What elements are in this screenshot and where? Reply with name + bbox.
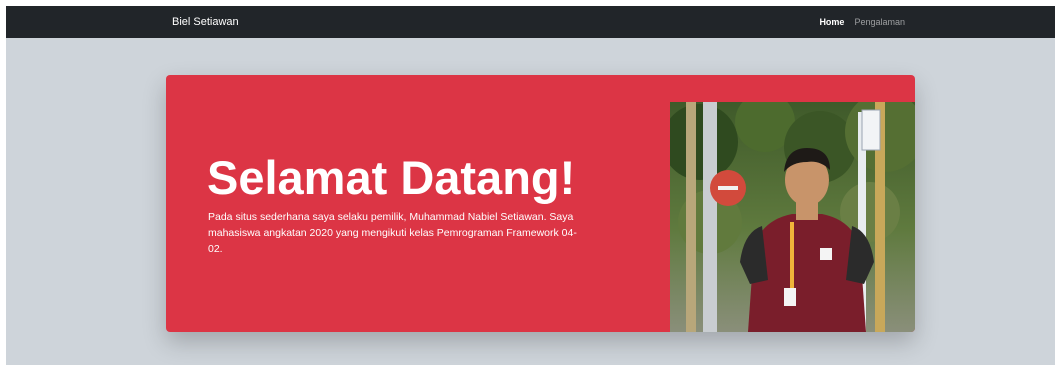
nav-links: Home Pengalaman <box>819 6 905 38</box>
page-background: Biel Setiawan Home Pengalaman Selamat Da… <box>6 6 1055 365</box>
nav-link-home[interactable]: Home <box>819 17 844 27</box>
hero-description: Pada situs sederhana saya selaku pemilik… <box>208 211 577 255</box>
profile-photo <box>670 102 915 332</box>
hero-card: Selamat Datang! Pada situs sederhana say… <box>166 75 915 332</box>
navbar-brand[interactable]: Biel Setiawan <box>172 6 239 38</box>
navbar: Biel Setiawan Home Pengalaman <box>6 6 1055 38</box>
nav-link-pengalaman[interactable]: Pengalaman <box>854 17 905 27</box>
hero-title: Selamat Datang! <box>207 151 576 204</box>
